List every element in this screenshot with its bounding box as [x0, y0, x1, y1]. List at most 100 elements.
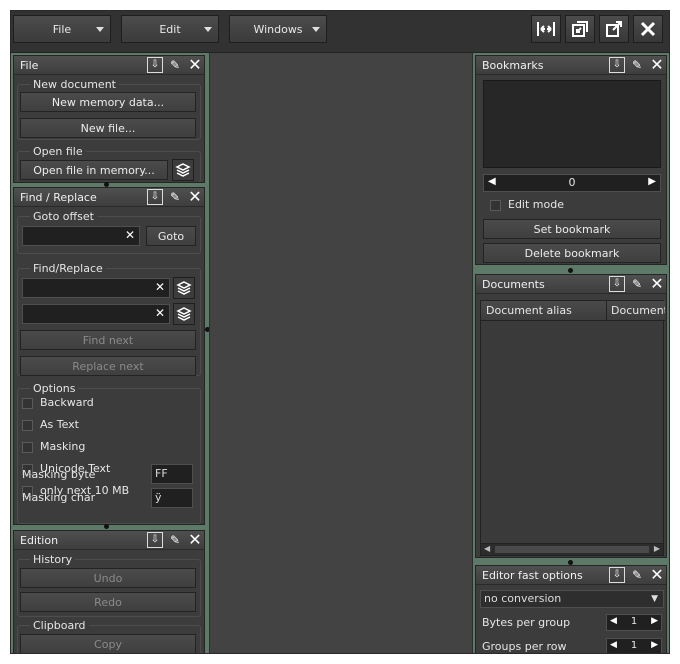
- fit-layout-icon[interactable]: [531, 15, 561, 43]
- bookmark-index-value: 0: [568, 176, 576, 189]
- as-text-checkbox[interactable]: [22, 420, 33, 431]
- chevron-down-icon: ▼: [651, 594, 658, 604]
- clear-icon[interactable]: ✕: [155, 306, 165, 320]
- documents-panel: Documents ⇩ ✎ ✕ Document alias Document …: [475, 274, 667, 558]
- copy-button[interactable]: Copy: [20, 634, 196, 653]
- close-panel-icon[interactable]: ✕: [187, 57, 203, 73]
- column-header-document-alias[interactable]: Document alias: [481, 301, 607, 321]
- backward-checkbox[interactable]: [22, 398, 33, 409]
- conversion-select[interactable]: no conversion ▼: [480, 590, 664, 608]
- bookmarks-panel: Bookmarks ⇩ ✎ ✕ ◀ 0 ▶ Edit mode Set book…: [475, 55, 667, 265]
- new-document-label: New document: [30, 78, 119, 91]
- find-replace-panel-title: Find / Replace: [20, 191, 97, 204]
- clear-icon[interactable]: ✕: [155, 280, 165, 294]
- dock-icon[interactable]: ⇩: [147, 57, 163, 73]
- chevron-down-icon: [204, 27, 212, 32]
- edition-panel-title: Edition: [20, 534, 59, 547]
- goto-button[interactable]: Goto: [146, 226, 196, 246]
- layers-icon[interactable]: [172, 159, 194, 181]
- redo-button[interactable]: Redo: [20, 592, 196, 612]
- close-panel-icon[interactable]: ✕: [187, 532, 203, 548]
- pin-icon[interactable]: ✎: [167, 532, 183, 548]
- masking-char-label: Masking char: [22, 491, 96, 504]
- windows-menu-button[interactable]: Windows: [229, 15, 327, 43]
- dock-icon[interactable]: ⇩: [147, 189, 163, 205]
- documents-panel-header: Documents ⇩ ✎ ✕: [476, 275, 666, 294]
- popout-icon[interactable]: [599, 15, 629, 43]
- masking-char-input[interactable]: ÿ: [151, 488, 193, 508]
- splitter-handle[interactable]: [104, 524, 109, 529]
- arrow-right-icon[interactable]: ▶: [654, 544, 660, 553]
- pin-icon[interactable]: ✎: [167, 57, 183, 73]
- main-toolbar: File Edit Windows: [11, 11, 669, 53]
- column-header-document-type[interactable]: Document t: [607, 301, 665, 321]
- masking-checkbox[interactable]: [22, 442, 33, 453]
- pin-icon[interactable]: ✎: [629, 567, 645, 583]
- find-input[interactable]: [22, 278, 170, 298]
- layers-icon[interactable]: [173, 277, 195, 299]
- horizontal-scrollbar[interactable]: ◀ ▶: [481, 543, 663, 555]
- bookmarks-list[interactable]: [483, 80, 661, 168]
- history-label: History: [30, 553, 76, 566]
- file-panel: File ⇩ ✎ ✕ New document New memory data.…: [13, 55, 205, 183]
- close-panel-icon[interactable]: ✕: [649, 567, 665, 583]
- bytes-per-group-label: Bytes per group: [482, 616, 571, 629]
- editor-fast-options-header: Editor fast options ⇩ ✎ ✕: [476, 566, 666, 585]
- find-replace-panel-header: Find / Replace ⇩ ✎ ✕: [14, 188, 204, 207]
- close-icon[interactable]: [633, 15, 663, 43]
- find-next-button[interactable]: Find next: [20, 330, 196, 350]
- goto-offset-label: Goto offset: [30, 210, 97, 223]
- dock-icon[interactable]: ⇩: [609, 57, 625, 73]
- edit-mode-checkbox[interactable]: [490, 200, 501, 211]
- close-panel-icon[interactable]: ✕: [187, 189, 203, 205]
- chevron-down-icon: [312, 27, 320, 32]
- file-panel-header: File ⇩ ✎ ✕: [14, 56, 204, 75]
- scrollbar-thumb[interactable]: [495, 546, 649, 553]
- masking-byte-input[interactable]: FF: [151, 464, 193, 484]
- backward-label: Backward: [40, 396, 94, 409]
- file-menu-button[interactable]: File: [13, 15, 111, 43]
- groups-per-row-spinner[interactable]: ◀ 1 ▶: [606, 638, 662, 653]
- masking-label: Masking: [40, 440, 86, 453]
- undo-button[interactable]: Undo: [20, 568, 196, 588]
- goto-offset-input[interactable]: [22, 226, 140, 246]
- documents-panel-title: Documents: [482, 278, 545, 291]
- splitter-handle[interactable]: [568, 268, 573, 273]
- masking-byte-label: Masking byte: [22, 468, 96, 481]
- new-memory-data-button[interactable]: New memory data...: [20, 92, 196, 112]
- groups-per-row-label: Groups per row: [482, 640, 567, 653]
- arrow-right-icon[interactable]: ▶: [648, 176, 656, 187]
- documents-table[interactable]: Document alias Document t ◀ ▶: [480, 300, 665, 556]
- edition-panel-header: Edition ⇩ ✎ ✕: [14, 531, 204, 550]
- pin-icon[interactable]: ✎: [629, 57, 645, 73]
- arrow-left-icon[interactable]: ◀: [484, 544, 490, 553]
- edit-mode-label: Edit mode: [508, 198, 564, 211]
- bytes-per-group-spinner[interactable]: ◀ 1 ▶: [606, 614, 662, 631]
- bookmark-index-spinner[interactable]: ◀ 0 ▶: [483, 174, 661, 192]
- editor-area[interactable]: [209, 53, 473, 653]
- close-panel-icon[interactable]: ✕: [649, 57, 665, 73]
- new-file-button[interactable]: New file...: [20, 118, 196, 138]
- arrow-right-icon[interactable]: ▶: [651, 640, 658, 650]
- replace-next-button[interactable]: Replace next: [20, 356, 196, 376]
- open-file-in-memory-button[interactable]: Open file in memory...: [20, 160, 168, 180]
- dock-icon[interactable]: ⇩: [609, 567, 625, 583]
- file-menu-label: File: [52, 22, 72, 36]
- file-panel-title: File: [20, 59, 39, 72]
- close-panel-icon[interactable]: ✕: [649, 276, 665, 292]
- pin-icon[interactable]: ✎: [629, 276, 645, 292]
- clear-icon[interactable]: ✕: [125, 228, 135, 242]
- set-bookmark-button[interactable]: Set bookmark: [483, 219, 661, 239]
- arrow-right-icon[interactable]: ▶: [651, 616, 658, 626]
- replace-input[interactable]: [22, 304, 170, 324]
- delete-bookmark-button[interactable]: Delete bookmark: [483, 243, 661, 263]
- dock-icon[interactable]: ⇩: [147, 532, 163, 548]
- pin-icon[interactable]: ✎: [167, 189, 183, 205]
- edition-panel: Edition ⇩ ✎ ✕ History Undo Redo Clipboar…: [13, 530, 205, 653]
- right-dock: Bookmarks ⇩ ✎ ✕ ◀ 0 ▶ Edit mode Set book…: [473, 53, 669, 653]
- find-replace-label: Find/Replace: [30, 262, 106, 275]
- layers-icon[interactable]: [173, 303, 195, 325]
- edit-menu-button[interactable]: Edit: [121, 15, 219, 43]
- restore-icon[interactable]: [565, 15, 595, 43]
- dock-icon[interactable]: ⇩: [609, 276, 625, 292]
